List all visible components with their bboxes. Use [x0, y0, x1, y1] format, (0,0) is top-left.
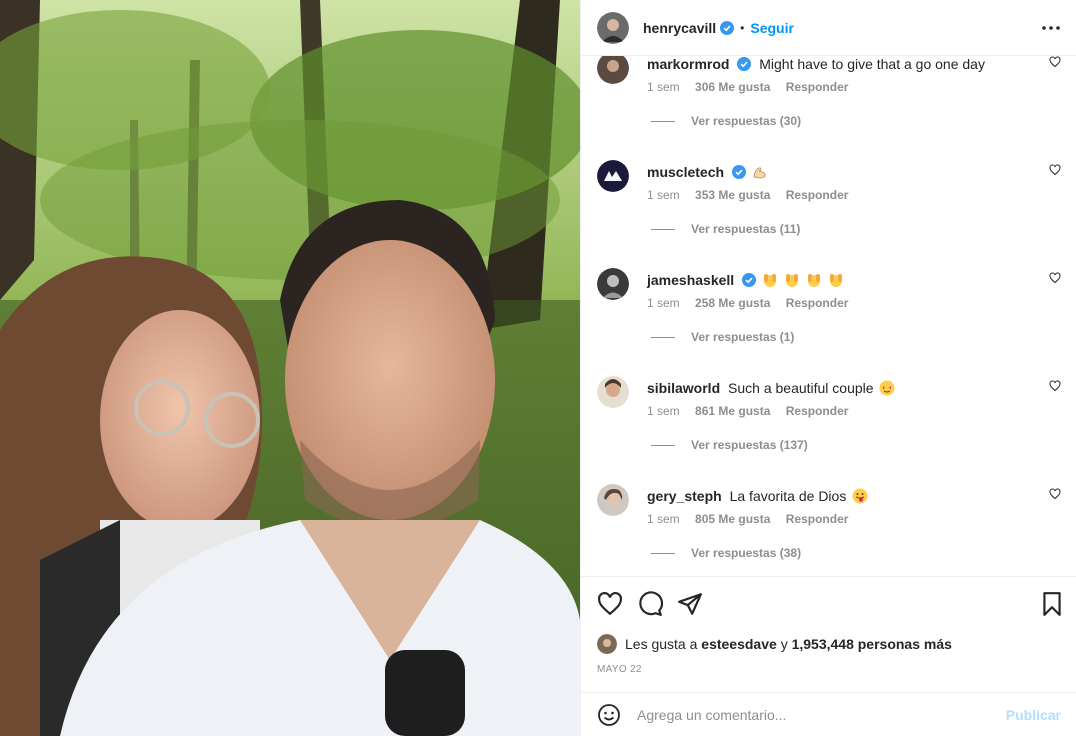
view-replies[interactable]: Ver respuestas (11)	[651, 222, 800, 236]
replies-line	[651, 228, 675, 230]
comment-username[interactable]: sibilaworld	[647, 380, 720, 396]
post-photo[interactable]	[0, 0, 580, 736]
selfie-image	[0, 0, 580, 736]
header-separator: •	[740, 20, 745, 35]
comment-avatar[interactable]	[597, 484, 629, 516]
raising-hands-emoji-icon	[762, 272, 778, 288]
replies-line	[651, 552, 675, 554]
emoji-smiley-icon[interactable]	[597, 703, 621, 727]
post-side-panel: henrycavill • Seguir markormrod Might ha…	[580, 0, 1076, 736]
raising-hands-emoji-icon	[784, 272, 800, 288]
likes-summary: Les gusta a esteesdave y 1,953,448 perso…	[597, 632, 952, 656]
replies-line	[651, 444, 675, 446]
likes-prefix: Les gusta a	[625, 636, 698, 652]
comment-time: 1 sem	[647, 512, 680, 526]
comment-username[interactable]: jameshaskell	[647, 272, 734, 288]
comment-item: muscletech 1 sem 353 Me gusta Responder …	[581, 158, 1076, 266]
comment-bubble-icon[interactable]	[637, 591, 663, 617]
view-replies-label[interactable]: Ver respuestas (11)	[691, 222, 800, 236]
comment-likes[interactable]: 258 Me gusta	[695, 296, 770, 310]
follow-button[interactable]: Seguir	[750, 20, 794, 36]
save-bookmark-icon[interactable]	[1039, 591, 1065, 617]
comment-time: 1 sem	[647, 404, 680, 418]
comment-text: Might have to give that a go one day	[759, 56, 985, 72]
flexed-biceps-emoji-icon	[752, 164, 768, 180]
comment-item: markormrod Might have to give that a go …	[581, 56, 1076, 158]
instagram-post-modal: henrycavill • Seguir markormrod Might ha…	[0, 0, 1076, 736]
share-send-icon[interactable]	[677, 591, 703, 617]
likes-count[interactable]: 1,953,448 personas más	[792, 636, 952, 652]
verified-badge-icon	[742, 273, 757, 287]
comment-time: 1 sem	[647, 80, 680, 94]
raising-hands-emoji-icon	[806, 272, 822, 288]
author-avatar[interactable]	[597, 11, 629, 44]
more-options-icon[interactable]	[1039, 18, 1063, 38]
comment-avatar[interactable]	[597, 376, 629, 408]
view-replies[interactable]: Ver respuestas (1)	[651, 330, 794, 344]
likes-connector: y	[780, 636, 788, 652]
replies-line	[651, 336, 675, 338]
comment-time: 1 sem	[647, 188, 680, 202]
comment-avatar[interactable]	[597, 160, 629, 192]
reply-button[interactable]: Responder	[786, 404, 849, 418]
reply-button[interactable]: Responder	[786, 80, 849, 94]
comment-avatar[interactable]	[597, 56, 629, 84]
like-comment-heart-icon[interactable]	[1049, 488, 1061, 500]
add-comment-bar: Publicar	[581, 692, 1076, 736]
comment-item: gery_steph La favorita de Dios 1 sem 805…	[581, 482, 1076, 576]
reply-button[interactable]: Responder	[786, 512, 849, 526]
verified-badge-icon	[737, 57, 752, 71]
like-comment-heart-icon[interactable]	[1049, 56, 1061, 68]
liker-username[interactable]: esteesdave	[701, 636, 777, 652]
comment-likes[interactable]: 353 Me gusta	[695, 188, 770, 202]
comment-input[interactable]	[637, 706, 1006, 723]
heart-eyes-emoji-icon	[879, 380, 895, 396]
comment-likes[interactable]: 805 Me gusta	[695, 512, 770, 526]
liker-avatar[interactable]	[597, 634, 617, 654]
view-replies-label[interactable]: Ver respuestas (1)	[691, 330, 794, 344]
post-actions	[581, 576, 1076, 630]
post-header: henrycavill • Seguir	[581, 0, 1076, 56]
comment-text: La favorita de Dios	[729, 488, 847, 504]
view-replies[interactable]: Ver respuestas (137)	[651, 438, 808, 452]
view-replies[interactable]: Ver respuestas (30)	[651, 114, 801, 128]
view-replies[interactable]: Ver respuestas (38)	[651, 546, 801, 560]
view-replies-label[interactable]: Ver respuestas (38)	[691, 546, 801, 560]
comment-username[interactable]: markormrod	[647, 56, 729, 72]
comment-likes[interactable]: 306 Me gusta	[695, 80, 770, 94]
post-date[interactable]: MAYO 22	[597, 664, 642, 675]
author-username[interactable]: henrycavill	[643, 20, 716, 36]
comment-username[interactable]: gery_steph	[647, 488, 722, 504]
like-comment-heart-icon[interactable]	[1049, 272, 1061, 284]
comment-text: Such a beautiful couple	[728, 380, 874, 396]
reply-button[interactable]: Responder	[786, 296, 849, 310]
like-heart-icon[interactable]	[597, 591, 623, 617]
like-comment-heart-icon[interactable]	[1049, 380, 1061, 392]
raising-hands-emoji-icon	[828, 272, 844, 288]
like-comment-heart-icon[interactable]	[1049, 164, 1061, 176]
comments-list[interactable]: markormrod Might have to give that a go …	[581, 56, 1076, 576]
tongue-face-emoji-icon	[852, 488, 868, 504]
replies-line	[651, 120, 675, 122]
verified-badge-icon	[731, 165, 746, 179]
publish-button[interactable]: Publicar	[1006, 707, 1061, 723]
comment-likes[interactable]: 861 Me gusta	[695, 404, 770, 418]
comment-avatar[interactable]	[597, 268, 629, 300]
verified-badge-icon	[720, 20, 735, 35]
view-replies-label[interactable]: Ver respuestas (30)	[691, 114, 801, 128]
comment-item: jameshaskell 1 sem 258 Me gusta Responde…	[581, 266, 1076, 374]
comment-item: sibilaworld Such a beautiful couple 1 se…	[581, 374, 1076, 482]
comment-username[interactable]: muscletech	[647, 164, 724, 180]
reply-button[interactable]: Responder	[786, 188, 849, 202]
comment-time: 1 sem	[647, 296, 680, 310]
view-replies-label[interactable]: Ver respuestas (137)	[691, 438, 808, 452]
